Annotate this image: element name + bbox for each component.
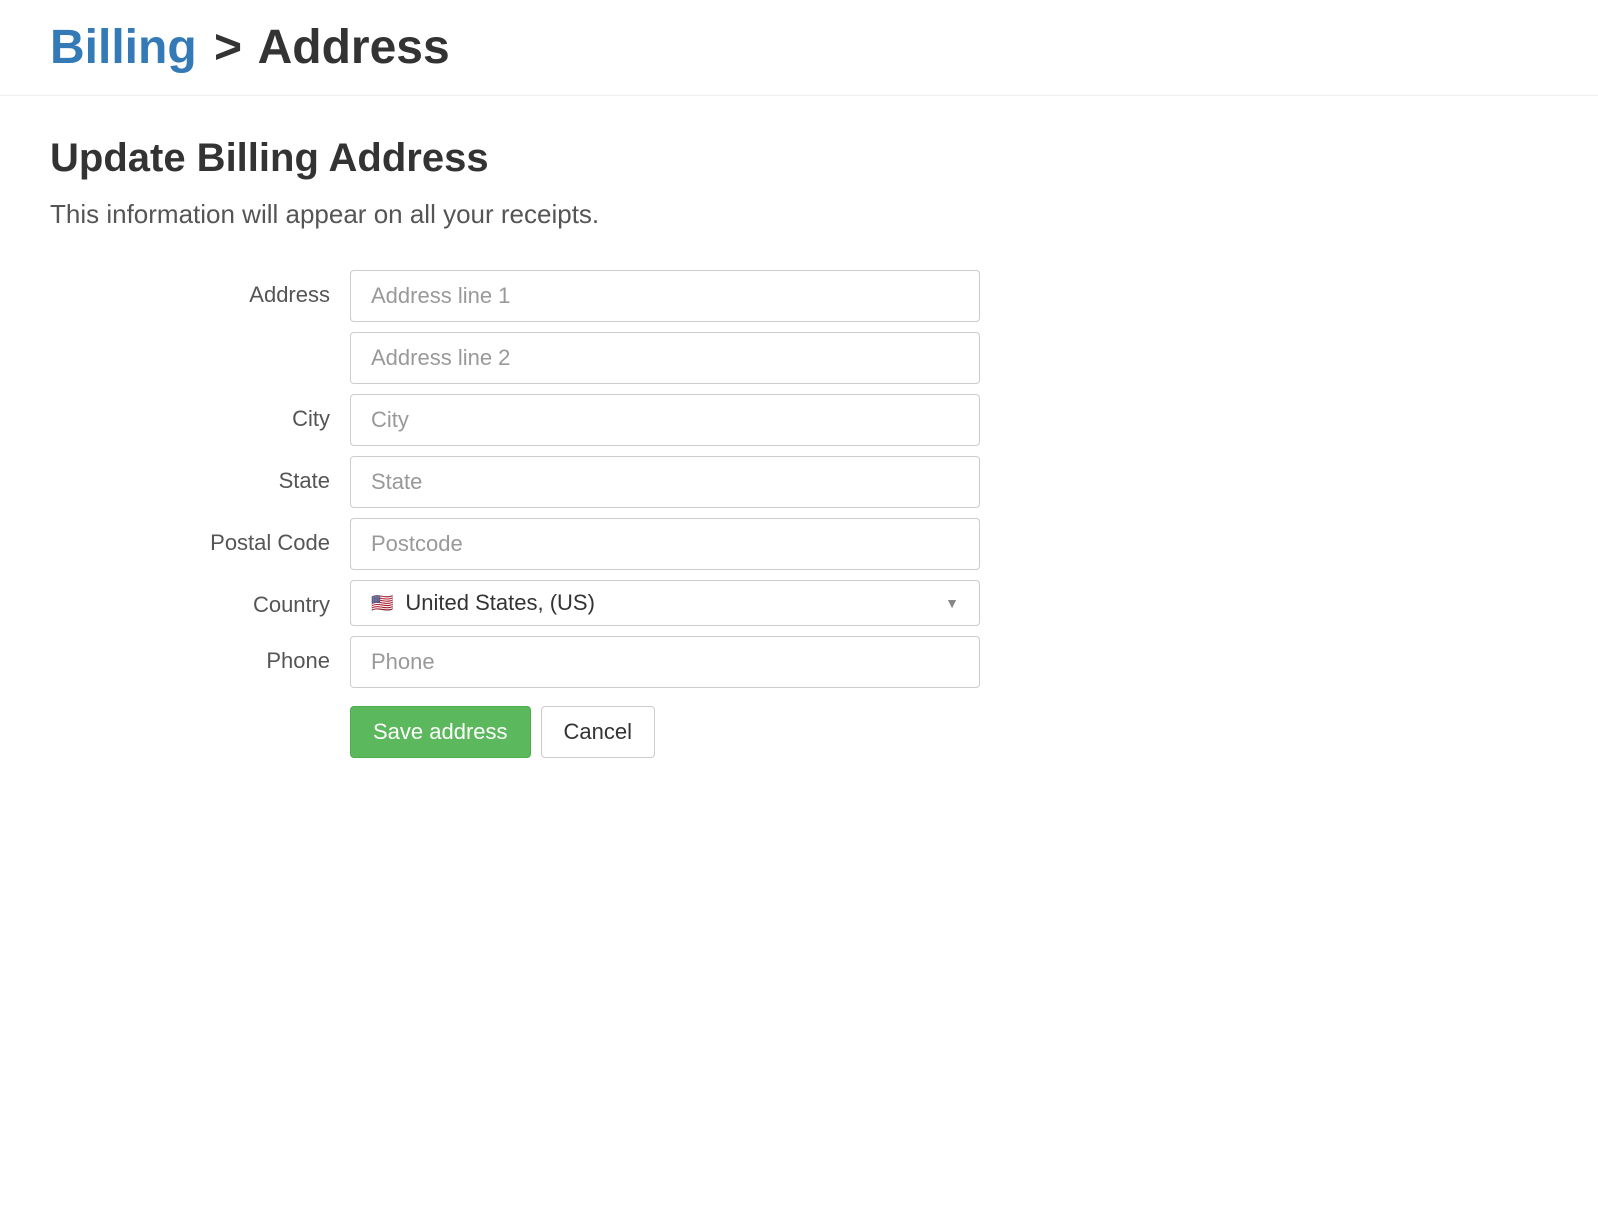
button-row-container: Save address Cancel xyxy=(50,698,1548,758)
address-line1-input[interactable] xyxy=(350,270,980,322)
city-input[interactable] xyxy=(350,394,980,446)
state-input[interactable] xyxy=(350,456,980,508)
postal-code-input[interactable] xyxy=(350,518,980,570)
breadcrumb-separator: > xyxy=(214,21,242,74)
country-select[interactable]: 🇺🇸 United States, (US) ▼ xyxy=(350,580,980,626)
phone-input[interactable] xyxy=(350,636,980,688)
breadcrumb-current: Address xyxy=(258,21,450,74)
flag-icon: 🇺🇸 xyxy=(371,594,393,612)
city-label: City xyxy=(50,394,350,432)
page-title: Update Billing Address xyxy=(50,136,1548,181)
cancel-button[interactable]: Cancel xyxy=(541,706,655,758)
breadcrumb-parent-link[interactable]: Billing xyxy=(50,21,197,74)
state-label: State xyxy=(50,456,350,494)
chevron-down-icon: ▼ xyxy=(945,595,959,611)
address-label: Address xyxy=(50,270,350,308)
phone-label: Phone xyxy=(50,636,350,674)
save-address-button[interactable]: Save address xyxy=(350,706,531,758)
state-row: State xyxy=(50,456,1548,508)
country-row: Country 🇺🇸 United States, (US) ▼ xyxy=(50,580,1548,626)
postal-code-row: Postal Code xyxy=(50,518,1548,570)
page-subtitle: This information will appear on all your… xyxy=(50,199,1548,230)
phone-row: Phone xyxy=(50,636,1548,688)
country-selected-value: United States, (US) xyxy=(405,590,595,616)
breadcrumb: Billing > Address xyxy=(0,0,1598,96)
country-label: Country xyxy=(50,580,350,618)
address-row: Address xyxy=(50,270,1548,384)
address-line2-input[interactable] xyxy=(350,332,980,384)
city-row: City xyxy=(50,394,1548,446)
postal-code-label: Postal Code xyxy=(50,518,350,556)
